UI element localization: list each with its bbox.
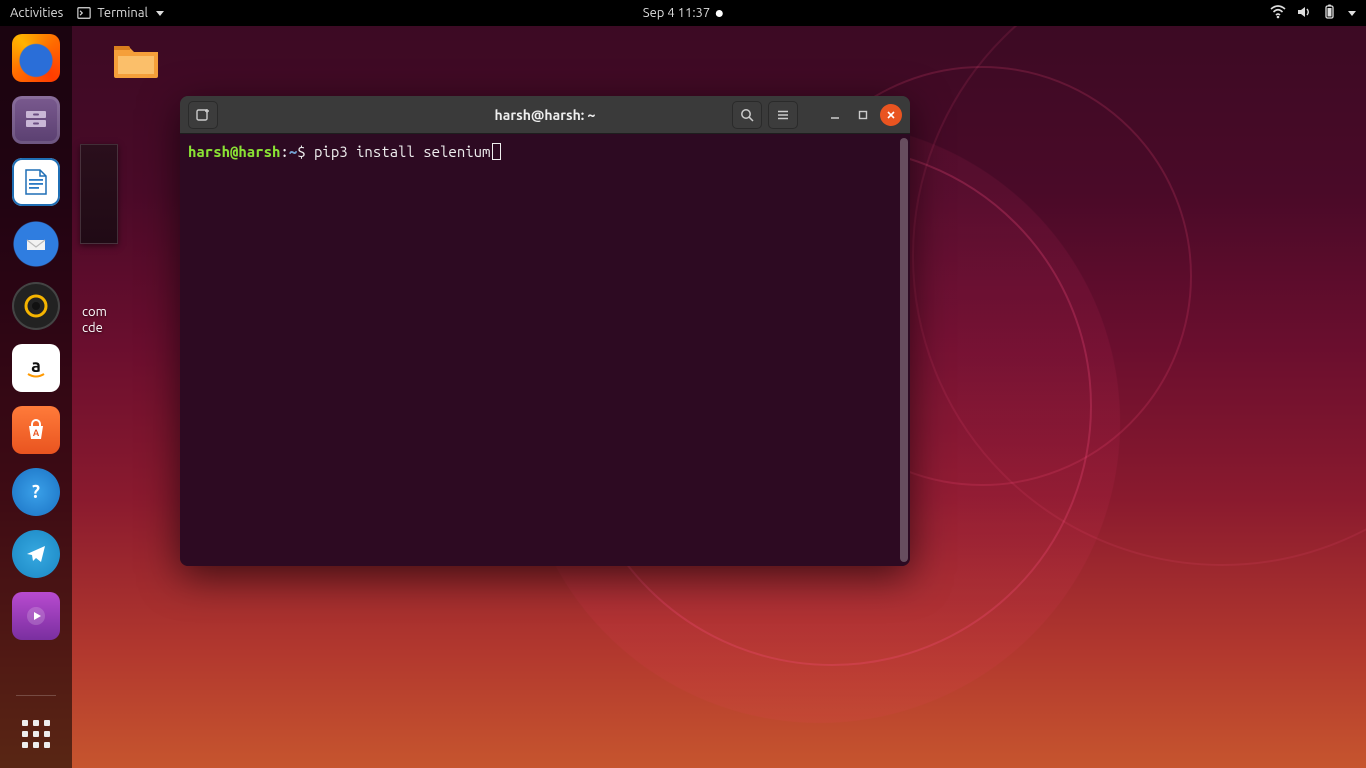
clock-button[interactable]: Sep 4 11:37 — [643, 6, 723, 20]
desktop-folder[interactable] — [112, 40, 160, 80]
battery-icon[interactable] — [1322, 4, 1336, 23]
dock-ubuntu-software[interactable]: A — [12, 406, 60, 454]
document-icon — [21, 167, 51, 197]
dock-thunderbird[interactable] — [12, 220, 60, 268]
prompt-sep: : — [280, 143, 288, 160]
minimize-icon — [830, 110, 840, 120]
dock-separator — [16, 695, 56, 696]
speaker-icon — [21, 291, 51, 321]
window-maximize-button[interactable] — [852, 104, 874, 126]
question-icon: ? — [23, 479, 49, 505]
dock-rhythmbox[interactable] — [12, 282, 60, 330]
play-icon — [23, 603, 49, 629]
desktop[interactable]: com cde harsh@harsh: ~ — [72, 26, 1366, 768]
window-close-button[interactable] — [880, 104, 902, 126]
wifi-icon[interactable] — [1270, 5, 1286, 22]
folder-icon — [112, 40, 160, 80]
paper-plane-icon — [23, 541, 49, 567]
dock-help[interactable]: ? — [12, 468, 60, 516]
new-tab-button[interactable] — [188, 101, 218, 129]
prompt-symbol: $ — [297, 143, 305, 160]
dock-amazon[interactable]: a — [12, 344, 60, 392]
window-minimize-button[interactable] — [824, 104, 846, 126]
dock-video[interactable] — [12, 592, 60, 640]
show-applications-button[interactable] — [12, 710, 60, 758]
desktop-item-thumb[interactable] — [80, 144, 118, 244]
dock-files[interactable] — [12, 96, 60, 144]
close-icon — [886, 110, 896, 120]
svg-text:?: ? — [32, 482, 40, 502]
hamburger-icon — [775, 107, 791, 123]
shopping-bag-icon: A — [21, 415, 51, 445]
search-icon — [739, 107, 755, 123]
terminal-menu-button[interactable] — [768, 101, 798, 129]
terminal-scrollbar[interactable] — [900, 138, 908, 562]
clock-label: Sep 4 11:37 — [643, 6, 710, 20]
dock-libreoffice-writer[interactable] — [12, 158, 60, 206]
system-menu-chevron-icon[interactable] — [1348, 11, 1356, 16]
terminal-command: pip3 install selenium — [314, 143, 490, 160]
top-bar: Activities Terminal Sep 4 11:37 — [0, 0, 1366, 26]
notification-dot-icon — [716, 10, 723, 17]
drawer-icon — [22, 106, 50, 134]
mail-icon — [21, 229, 51, 259]
terminal-icon — [77, 6, 91, 20]
prompt-user: harsh@harsh — [188, 143, 280, 160]
dock-firefox[interactable] — [12, 34, 60, 82]
terminal-search-button[interactable] — [732, 101, 762, 129]
amazon-icon: a — [21, 353, 51, 383]
dock-telegram[interactable] — [12, 530, 60, 578]
svg-text:a: a — [31, 356, 41, 376]
new-tab-icon — [195, 107, 211, 123]
terminal-titlebar[interactable]: harsh@harsh: ~ — [180, 96, 910, 134]
activities-button[interactable]: Activities — [10, 6, 63, 20]
chevron-down-icon — [156, 11, 164, 16]
desktop-item-label: com cde — [82, 304, 107, 336]
terminal-body[interactable]: harsh@harsh:~$ pip3 install selenium — [180, 134, 910, 566]
maximize-icon — [858, 110, 868, 120]
app-menu-label: Terminal — [97, 6, 148, 20]
prompt-path: ~ — [289, 143, 297, 160]
terminal-title: harsh@harsh: ~ — [495, 107, 596, 123]
svg-text:A: A — [33, 428, 40, 438]
grid-icon — [22, 720, 50, 748]
app-menu-terminal[interactable]: Terminal — [77, 6, 164, 20]
dock: a A ? — [0, 26, 72, 768]
volume-icon[interactable] — [1296, 5, 1312, 22]
terminal-cursor — [492, 143, 501, 160]
terminal-window: harsh@harsh: ~ — [180, 96, 910, 566]
